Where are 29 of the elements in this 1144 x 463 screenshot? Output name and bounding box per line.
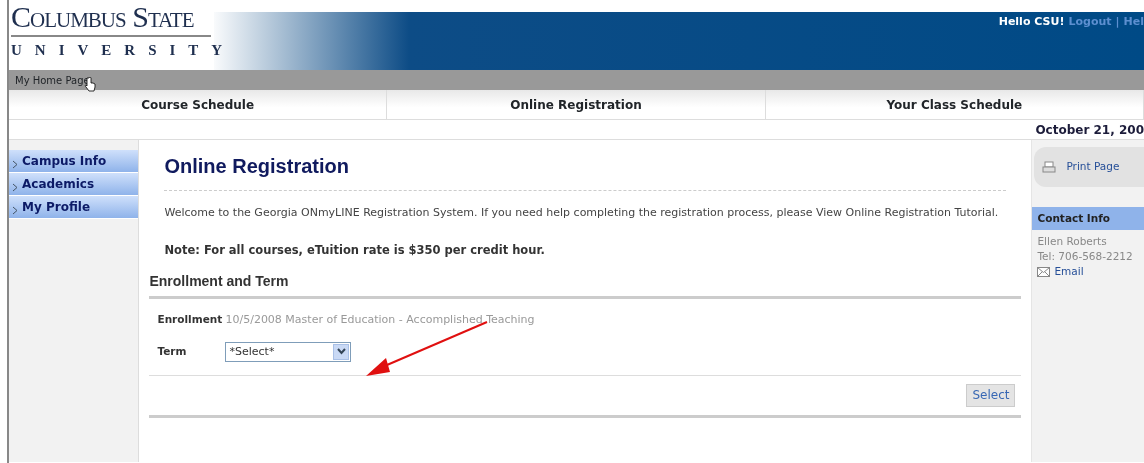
logo-subtitle: UNIVERSITY [11, 41, 236, 60]
print-page-link[interactable]: Print Page [1034, 147, 1144, 187]
nav-tab[interactable]: Your Class Schedule [765, 90, 1144, 119]
note-text: Note: For all courses, eTuition rate is $350 per credit hour. [164, 241, 546, 259]
greeting-text: Hello CSU! [998, 14, 1065, 30]
chevron-icon [12, 205, 18, 215]
sidebar-item[interactable]: My Profile [9, 196, 139, 219]
printer-icon [1042, 160, 1057, 174]
sidebar-item[interactable]: Campus Info [9, 150, 139, 173]
nav-tab[interactable]: Online Registration [387, 90, 766, 119]
logo-wordmark: Columbus State [11, 0, 195, 34]
select-button[interactable]: Select [966, 383, 1016, 407]
field-value: 10/5/2008 Master of Education - Accomplished Teaching [225, 311, 535, 328]
contact-name: Ellen Roberts [1036, 234, 1108, 249]
envelope-icon [1037, 266, 1051, 277]
nav-tab[interactable]: Course Schedule [9, 90, 388, 119]
link-separator: | [1115, 14, 1120, 30]
field-label: Term [157, 343, 188, 359]
welcome-text: Welcome to the Georgia ONmyLINE Registration System. If you need help completing the registration process, please View Online Registration Tutorial. [164, 205, 1000, 221]
page-title: Online Registration [164, 154, 350, 178]
field-label: Enrollment [157, 311, 224, 327]
chevron-icon [12, 159, 18, 169]
term-dropdown[interactable]: *Select* [225, 341, 352, 362]
contact-heading: Contact Info [1032, 207, 1144, 230]
email-link[interactable]: Email [1032, 264, 1144, 280]
contact-phone: Tel: 706-568-2212 [1036, 249, 1134, 264]
sidebar-item[interactable]: Academics [9, 173, 139, 196]
chevron-icon [12, 182, 18, 192]
section-title: Enrollment and Term [149, 270, 1022, 299]
